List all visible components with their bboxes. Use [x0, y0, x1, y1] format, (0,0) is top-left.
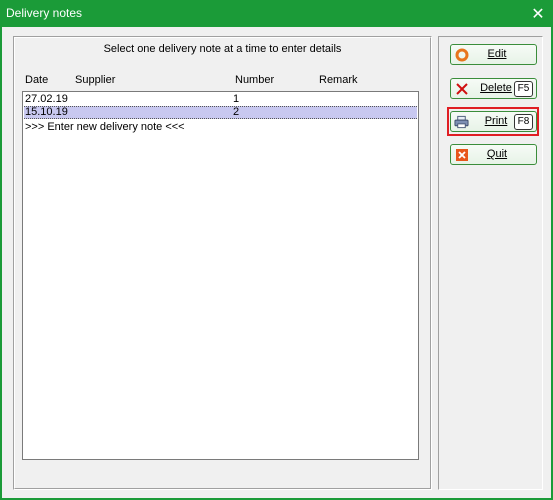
edit-button[interactable]: Edit — [450, 44, 537, 65]
column-headers: Date Supplier Number Remark — [23, 74, 423, 88]
quit-icon — [454, 147, 469, 162]
print-highlight-frame — [447, 107, 539, 136]
row-date: 27.02.19 — [25, 93, 68, 105]
delivery-list-panel-inner: Select one delivery note at a time to en… — [14, 37, 431, 489]
window-title: Delivery notes — [6, 6, 83, 20]
column-header-number: Number — [235, 74, 275, 86]
quit-button-label: Quit — [486, 148, 508, 160]
delivery-notes-list[interactable]: 27.02.19 1 15.10.19 2 >>> Enter new deli… — [22, 91, 419, 460]
action-panel: Edit Delete F5 Print F8 Quit — [438, 36, 543, 490]
column-header-date: Date — [25, 74, 49, 86]
row-date: 15.10.19 — [25, 106, 68, 118]
row-number: 1 — [233, 93, 240, 105]
column-header-remark: Remark — [319, 74, 358, 86]
new-delivery-note-item[interactable]: >>> Enter new delivery note <<< — [24, 121, 417, 134]
delete-button[interactable]: Delete F5 — [450, 78, 537, 99]
red-x-icon — [454, 81, 469, 96]
delete-shortcut-key: F5 — [514, 81, 533, 97]
edit-button-label: Edit — [487, 48, 507, 60]
delete-button-label: Delete — [480, 82, 512, 94]
column-header-supplier: Supplier — [75, 74, 116, 86]
instruction-text: Select one delivery note at a time to en… — [103, 43, 342, 55]
close-icon[interactable]: ✕ — [523, 0, 553, 27]
edit-ring-icon — [454, 47, 469, 62]
new-entry-label: >>> Enter new delivery note <<< — [25, 121, 185, 133]
delivery-notes-window: Delivery notes ✕ Select one delivery not… — [0, 0, 553, 500]
title-bar: Delivery notes ✕ — [0, 0, 553, 27]
row-number: 2 — [233, 106, 240, 118]
client-area: Select one delivery note at a time to en… — [2, 27, 551, 498]
list-item[interactable]: 27.02.19 1 — [24, 93, 417, 106]
quit-button[interactable]: Quit — [450, 144, 537, 165]
list-item-selected[interactable]: 15.10.19 2 — [24, 106, 417, 119]
delivery-list-panel: Select one delivery note at a time to en… — [13, 36, 432, 490]
